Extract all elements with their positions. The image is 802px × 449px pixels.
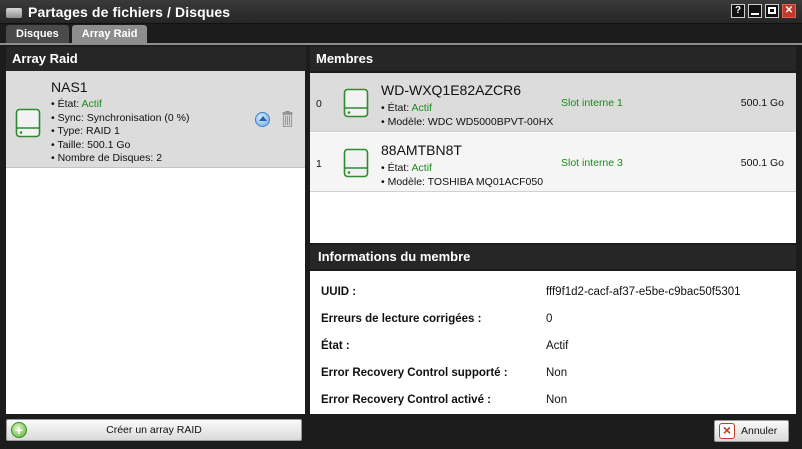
info-label: Error Recovery Control supporté :: [321, 367, 508, 379]
info-value: fff9f1d2-cacf-af37-e5be-c9bac50f5301: [546, 286, 741, 298]
members-header: Membres: [310, 47, 796, 71]
raid-state: • État: Actif: [51, 98, 102, 110]
raid-size: • Taille: 500.1 Go: [51, 138, 131, 151]
info-row-erc-enabled: Error Recovery Control activé : Non: [310, 387, 796, 414]
tab-disques[interactable]: Disques: [6, 25, 69, 43]
info-row-erc-supported: Error Recovery Control supporté : Non: [310, 360, 796, 387]
raid-name: NAS1: [51, 79, 88, 95]
trash-icon[interactable]: [282, 111, 293, 127]
window-title: Partages de fichiers / Disques: [28, 3, 231, 20]
minimize-icon: [751, 13, 759, 15]
close-button[interactable]: ✕: [782, 4, 796, 18]
help-button[interactable]: ?: [731, 4, 745, 18]
tab-underline: [0, 43, 802, 45]
cancel-label: Annuler: [741, 425, 778, 437]
tab-bar: Disques Array Raid: [6, 25, 148, 43]
raid-properties: • État: Actif • Sync: Synchronisation (0…: [51, 98, 189, 166]
member-size: 500.1 Go: [740, 157, 784, 169]
member-name: WD-WXQ1E82AZCR6: [381, 82, 522, 98]
window-controls: ? ✕: [731, 4, 796, 18]
hard-drive-icon: [343, 148, 369, 178]
member-slot: Slot interne 1: [561, 97, 623, 109]
member-row[interactable]: 1 88AMTBN8T • État: Actif • Modèle: TOSH…: [310, 133, 796, 192]
drive-icon: [6, 7, 22, 18]
member-properties: • État: Actif • Modèle: WDC WD5000BPVT-0…: [381, 102, 553, 129]
member-state-value: Actif: [411, 102, 432, 114]
maximize-button[interactable]: [765, 4, 779, 18]
members-list: 0 WD-WXQ1E82AZCR6 • État: Actif • Modèle…: [310, 73, 796, 243]
member-properties: • État: Actif • Modèle: TOSHIBA MQ01ACF0…: [381, 162, 543, 189]
raid-list: NAS1 • État: Actif • Sync: Synchronisati…: [6, 71, 305, 414]
hard-drive-icon: [15, 108, 41, 138]
maximize-icon: [768, 7, 776, 14]
raid-sync: • Sync: Synchronisation (0 %): [51, 111, 190, 124]
cancel-button[interactable]: × Annuler: [714, 420, 789, 442]
member-state: • État: Actif: [381, 102, 432, 114]
info-value: Non: [546, 394, 568, 406]
member-state: • État: Actif: [381, 162, 432, 174]
member-info-header: Informations du membre: [310, 245, 796, 269]
info-row-state: État : Actif: [310, 333, 796, 360]
member-row[interactable]: 0 WD-WXQ1E82AZCR6 • État: Actif • Modèle…: [310, 73, 796, 132]
info-row-read-errors: Erreurs de lecture corrigées : 0: [310, 306, 796, 333]
member-model: • Modèle: TOSHIBA MQ01ACF050: [381, 175, 544, 188]
info-value: 0: [546, 313, 553, 325]
raid-disk-count: • Nombre de Disques: 2: [51, 152, 163, 164]
info-label: État :: [321, 340, 350, 352]
create-raid-label: Créer un array RAID: [106, 424, 202, 436]
raid-type: • Type: RAID 1: [51, 125, 120, 137]
info-value: Non: [546, 367, 568, 379]
plus-icon: +: [11, 422, 27, 438]
raid-state-value: Actif: [81, 98, 102, 110]
member-state-value: Actif: [411, 162, 432, 174]
member-size: 500.1 Go: [740, 97, 784, 109]
info-label: Erreurs de lecture corrigées :: [321, 313, 482, 325]
create-raid-button[interactable]: + Créer un array RAID: [6, 419, 302, 441]
member-info-table: UUID : fff9f1d2-cacf-af37-e5be-c9bac50f5…: [310, 271, 796, 414]
member-index: 1: [316, 158, 322, 170]
cancel-icon: ×: [719, 423, 735, 439]
raid-item-nas1[interactable]: NAS1 • État: Actif • Sync: Synchronisati…: [6, 71, 305, 168]
tab-array-raid[interactable]: Array Raid: [71, 25, 148, 43]
close-icon: ✕: [784, 5, 794, 16]
info-row-uuid: UUID : fff9f1d2-cacf-af37-e5be-c9bac50f5…: [310, 279, 796, 306]
array-raid-header: Array Raid: [6, 47, 306, 71]
hard-drive-icon: [343, 88, 369, 118]
window-titlebar: Partages de fichiers / Disques ? ✕: [0, 0, 802, 24]
info-label: UUID :: [321, 286, 357, 298]
minimize-button[interactable]: [748, 4, 762, 18]
member-index: 0: [316, 98, 322, 110]
info-label: Error Recovery Control activé :: [321, 394, 492, 406]
eject-icon[interactable]: [255, 112, 270, 127]
help-icon: ?: [734, 5, 742, 16]
info-value: Actif: [546, 340, 569, 352]
member-name: 88AMTBN8T: [381, 142, 462, 158]
member-slot: Slot interne 3: [561, 157, 623, 169]
member-model: • Modèle: WDC WD5000BPVT-00HX: [381, 115, 554, 128]
